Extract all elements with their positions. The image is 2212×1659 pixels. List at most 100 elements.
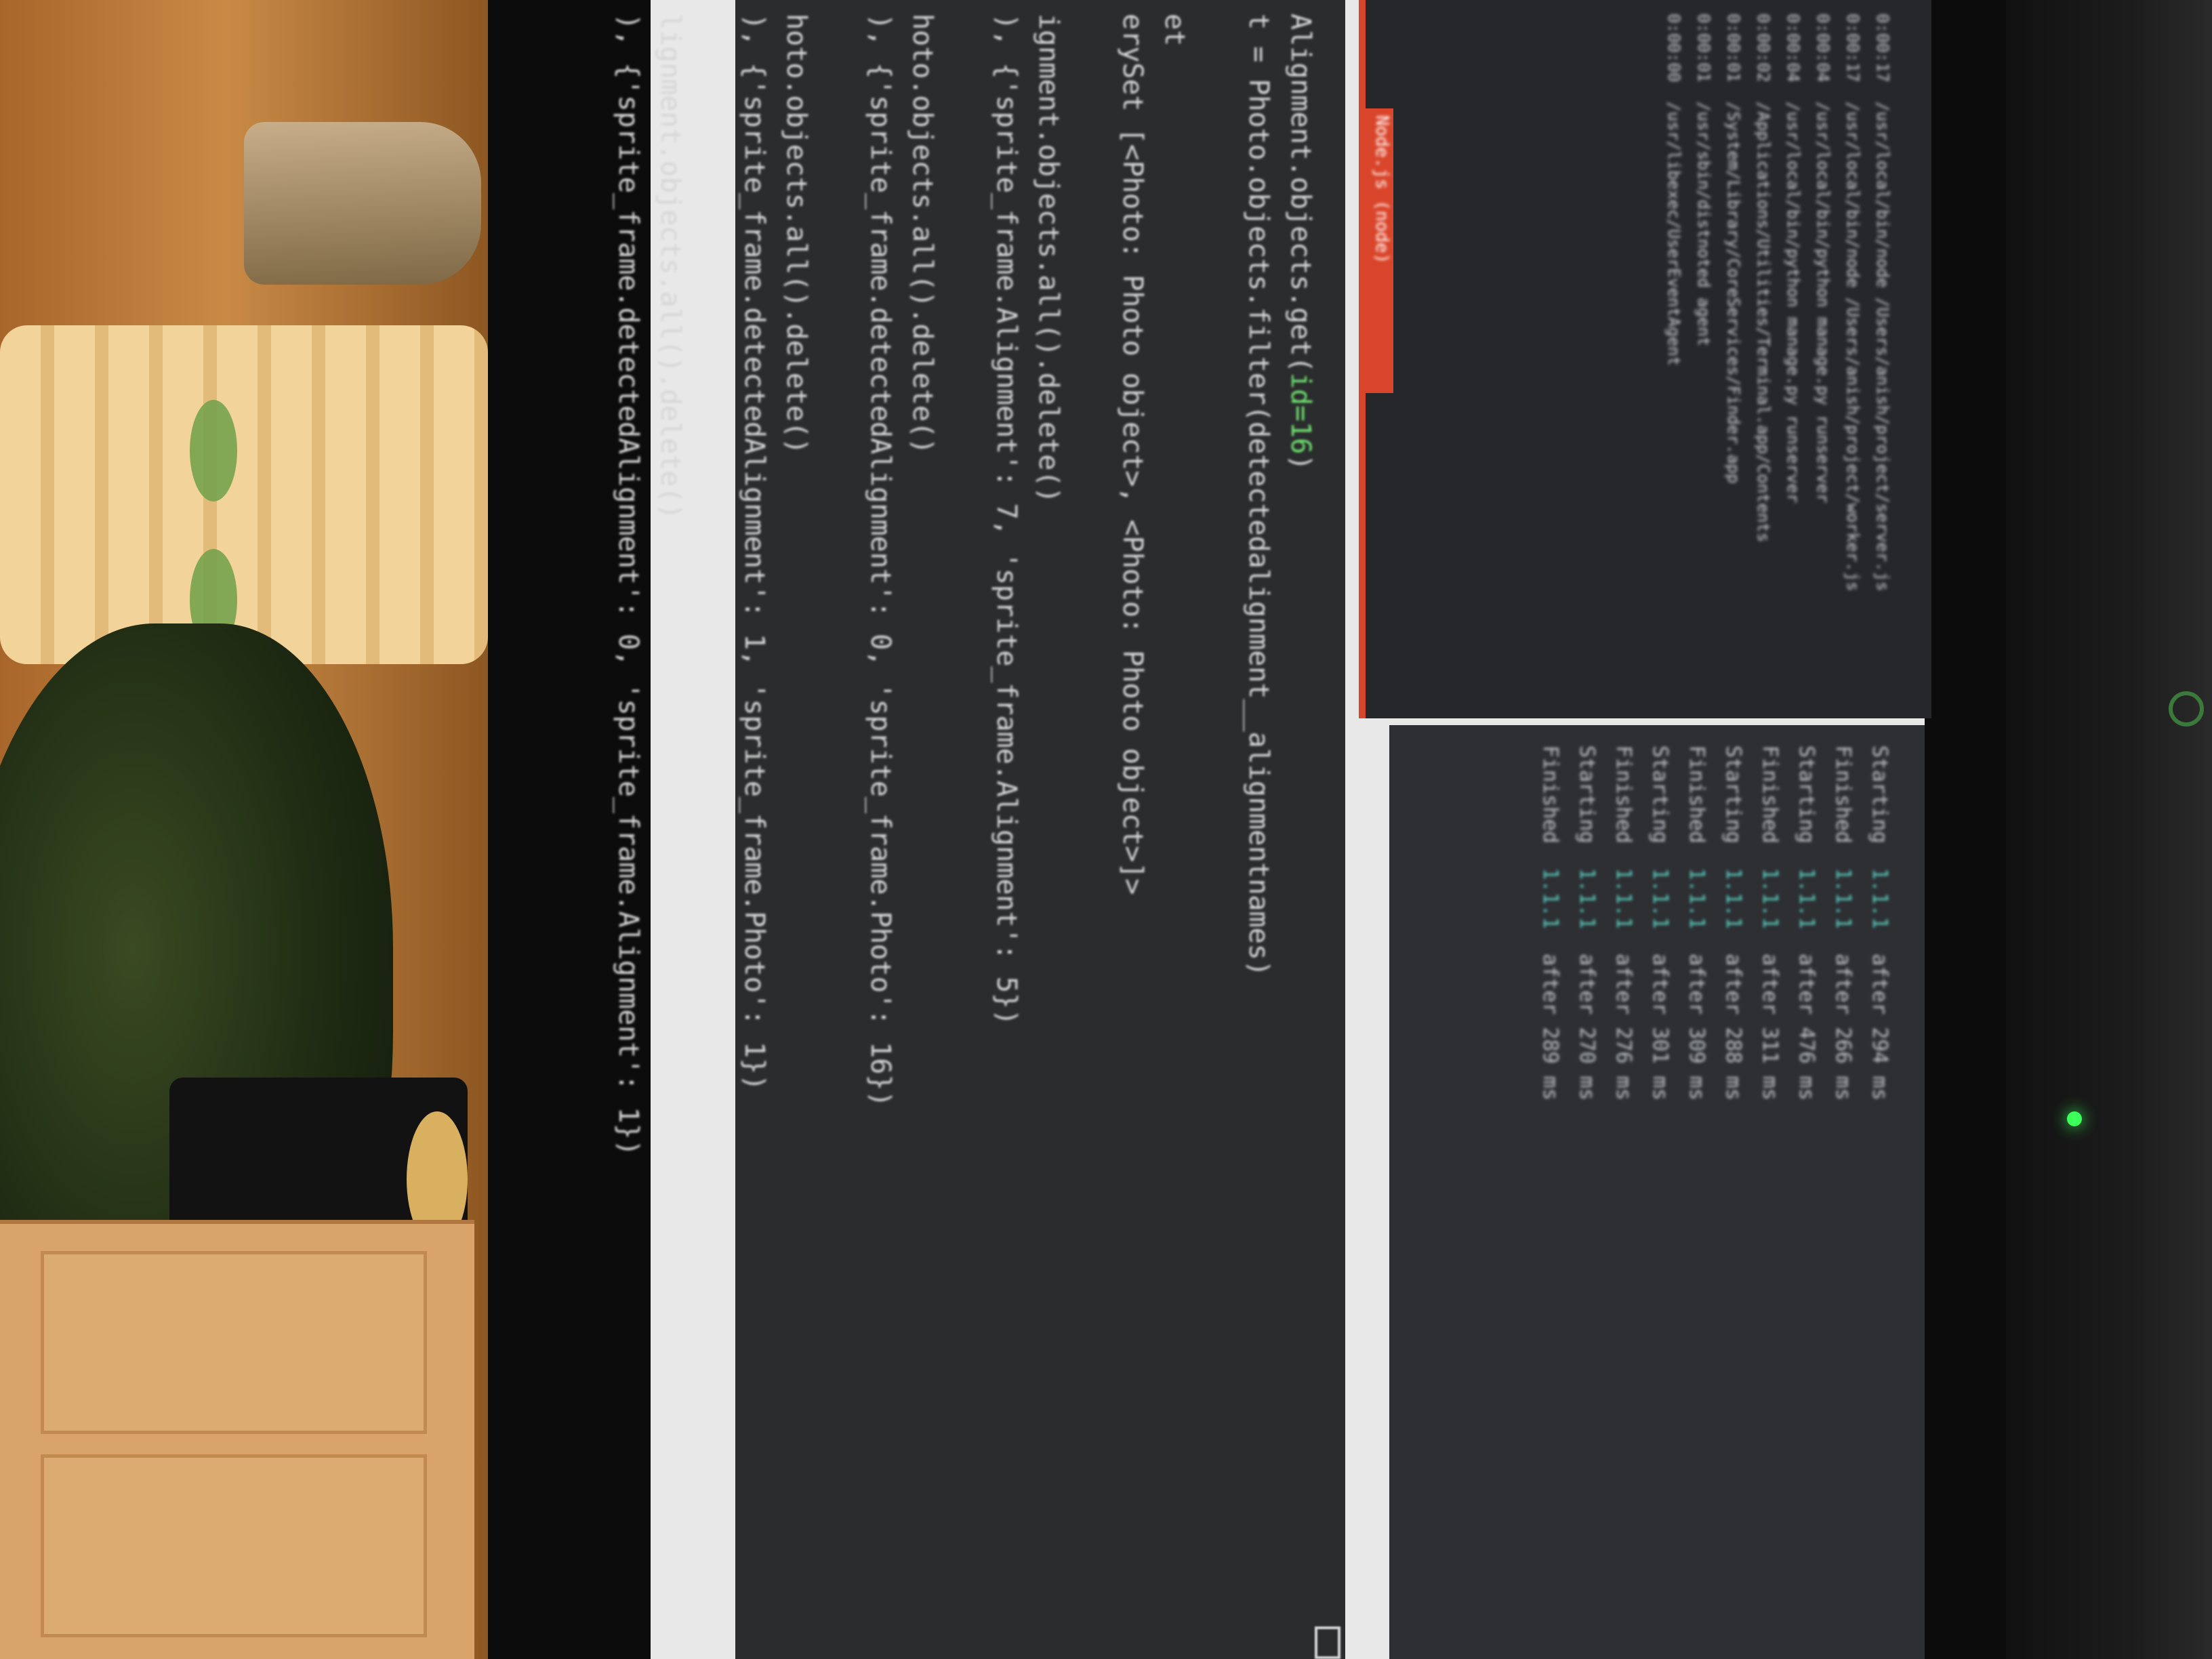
shell-line: hoto.objects.all().delete() [901,14,943,1156]
shell-line: ignment.objects.all().delete() [1027,14,1069,1156]
log-output: Starting 1.1.1 after 294 ms Finished 1.1… [1532,745,1898,1125]
log-line-tag: 1.1.1 [1612,867,1635,954]
log-line: Starting 1.1.1 after 294 ms [1861,745,1898,1125]
log-line: Finished 1.1.1 after 309 ms [1678,745,1715,1125]
log-line-msg: after 476 ms [1795,954,1818,1125]
shell-line-text: lignment.objects.all().delete() [655,14,686,520]
shell-line: Alignment.objects.get(id=16) [1279,14,1322,1156]
shell-line: ), {'sprite_frame.detectedAlignment': 0,… [859,14,901,1156]
terminal-cursor [1315,1626,1340,1659]
water-bottle [244,122,481,285]
shell-line [1069,14,1111,1156]
log-line: Starting 1.1.1 after 476 ms [1788,745,1824,1125]
log-line: Starting 1.1.1 after 288 ms [1715,745,1751,1125]
log-line-label: Starting [1575,745,1599,868]
shell-line-text [697,14,728,30]
log-line-label: Starting [1795,745,1818,868]
log-line-msg: after 276 ms [1612,954,1635,1125]
process-list-header: Node.js (node) [1362,108,1393,393]
cabinet-panel [41,1251,427,1434]
process-row: 0:00:04 /usr/local/bin/python manage.py … [1814,14,1832,504]
process-row: 0:00:04 /usr/local/bin/python manage.py … [1784,14,1803,504]
shell-line: et [1153,14,1195,1156]
shell-line: erySet [<Photo: Photo object>, <Photo: P… [1111,14,1153,1156]
shell-line: t = Photo.objects.filter(detectedalignme… [1237,14,1279,1156]
shell-line-text [949,14,980,30]
log-line: Finished 1.1.1 after 311 ms [1751,745,1788,1125]
shell-line-text: hoto.objects.all().delete() [781,14,812,455]
process-row: 0:00:00 /usr/libexec/UserEventAgent [1664,14,1683,367]
cabinet-panel [41,1454,427,1637]
shell-line-highlight: id=16 [1285,372,1316,455]
log-line-label: Finished [1758,745,1782,868]
shell-line: ), {'sprite_frame.detectedAlignment': 0,… [607,14,649,1156]
log-line-msg: after 289 ms [1538,954,1562,1125]
log-line-label: Finished [1612,745,1635,868]
shell-output: Alignment.objects.get(id=16) t = Photo.ob… [607,14,1322,1156]
log-line: Starting 1.1.1 after 301 ms [1641,745,1678,1125]
log-line: Finished 1.1.1 after 276 ms [1605,745,1641,1125]
log-line-label: Finished [1538,745,1562,868]
process-row: 0:00:17 /usr/local/bin/node /Users/anish… [1843,14,1862,592]
log-line: Starting 1.1.1 after 270 ms [1568,745,1605,1125]
kitchen-cabinet [0,1220,474,1659]
shell-line-text [1075,14,1106,30]
shell-line-text: et [1159,14,1190,47]
status-led-icon [2067,1111,2082,1126]
process-list-title: Node.js (node) [1372,115,1392,264]
shell-line-text: ), {'sprite_frame.detectedAlignment': 1,… [739,14,770,1091]
log-line-tag: 1.1.1 [1721,867,1745,954]
log-line-label: Starting [1721,745,1745,868]
log-line: Finished 1.1.1 after 289 ms [1532,745,1568,1125]
log-line-tag: 1.1.1 [1758,867,1782,954]
log-line-label: Starting [1648,745,1672,868]
shell-line-tail: ) [1285,454,1316,471]
shell-line-text: ), {'sprite_frame.detectedAlignment': 0,… [613,14,644,1156]
shell-line: ), {'sprite_frame.detectedAlignment': 1,… [733,14,775,1156]
power-button-icon[interactable] [2169,691,2204,726]
log-line-msg: after 309 ms [1685,954,1708,1125]
shell-line-text: ), {'sprite_frame.Alignment': 7, 'sprite… [991,14,1022,1026]
shell-line [943,14,985,1156]
process-row: 0:00:02 /Applications/Utilities/Terminal… [1754,14,1773,543]
log-line-tag: 1.1.1 [1648,867,1672,954]
shell-line-text: ), {'sprite_frame.detectedAlignment': 0,… [865,14,896,1107]
log-line-tag: 1.1.1 [1868,867,1891,954]
shell-line-text: hoto.objects.all().delete() [907,14,938,455]
log-line-msg: after 294 ms [1868,954,1891,1125]
log-line-msg: after 311 ms [1758,954,1782,1125]
log-line-tag: 1.1.1 [1795,867,1818,954]
log-line-label: Starting [1868,745,1891,868]
process-row: 0:00:01 /usr/sbin/distnoted agent [1694,14,1713,347]
shell-line: ), {'sprite_frame.Alignment': 7, 'sprite… [985,14,1027,1156]
photo-scene: Alignment.objects.get(id=16) t = Photo.ob… [0,0,2212,1659]
log-line-msg: after 266 ms [1831,954,1855,1125]
log-line-msg: after 270 ms [1575,954,1599,1125]
log-line-label: Finished [1685,745,1708,868]
log-line-msg: after 301 ms [1648,954,1672,1125]
process-row: 0:00:01 /System/Library/CoreServices/Fin… [1724,14,1743,484]
paper-plates-stack [0,325,488,664]
plate-package-label [190,400,237,501]
shell-line [1195,14,1237,1156]
log-line-label: Finished [1831,745,1855,868]
log-line-tag: 1.1.1 [1538,867,1562,954]
shell-line-text: Alignment.objects.get( [1285,14,1316,373]
shell-line-text [1201,14,1232,30]
shell-line: lignment.objects.all().delete() [649,14,691,1156]
log-line-tag: 1.1.1 [1685,867,1708,954]
log-line-msg: after 288 ms [1721,954,1745,1125]
shell-line-text: ignment.objects.all().delete() [1033,14,1064,504]
shell-line-text [823,14,854,30]
log-line-tag: 1.1.1 [1575,867,1599,954]
process-row: 0:00:17 /usr/local/bin/node /Users/anish… [1873,14,1892,592]
log-line: Finished 1.1.1 after 266 ms [1824,745,1861,1125]
shell-line-text: t = Photo.objects.filter(detectedalignme… [1243,14,1274,977]
process-list-output: 0:00:17 /usr/local/bin/node /Users/anish… [1659,14,1898,592]
shell-line-text: erySet [<Photo: Photo object>, <Photo: P… [1117,14,1148,895]
log-line-tag: 1.1.1 [1831,867,1855,954]
shell-line [817,14,859,1156]
monitor-side-bezel [2006,0,2212,1659]
shell-line: hoto.objects.all().delete() [775,14,817,1156]
shell-line [691,14,733,1156]
